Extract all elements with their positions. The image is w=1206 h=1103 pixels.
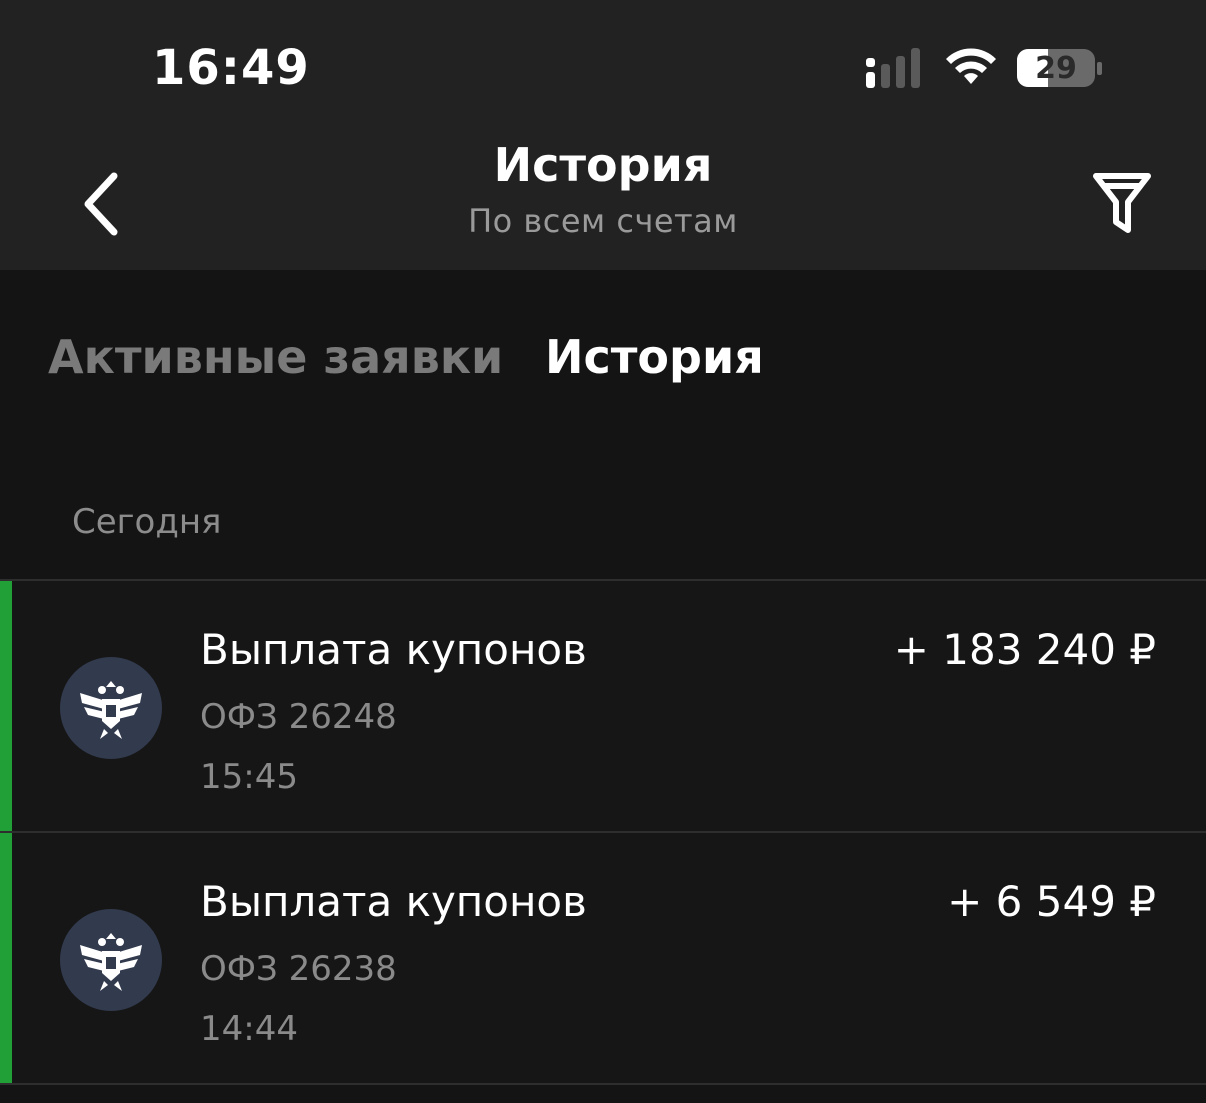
income-accent-bar — [0, 833, 12, 1083]
filter-icon[interactable] — [1088, 168, 1156, 240]
coat-of-arms-icon — [60, 909, 162, 1011]
tab-bar: Активные заявки История — [0, 330, 1206, 410]
tab-active-orders[interactable]: Активные заявки — [48, 330, 503, 384]
header-area: 16:49 29 История По всем счетам — [0, 0, 1206, 270]
coat-of-arms-icon — [60, 657, 162, 759]
transaction-time: 14:44 — [200, 1009, 298, 1049]
page-title: История — [493, 138, 713, 192]
signal-icon — [866, 48, 920, 88]
table-row[interactable]: Выплата купонов ОФЗ 26248 15:45 + 183 24… — [0, 581, 1206, 831]
section-label-today: Сегодня — [72, 502, 222, 542]
transaction-title: Выплата купонов — [200, 625, 587, 674]
transaction-time: 15:45 — [200, 757, 298, 797]
transaction-amount: + 6 549 ₽ — [947, 877, 1156, 926]
transaction-instrument: ОФЗ 26248 — [200, 697, 397, 737]
battery-level: 29 — [1035, 51, 1077, 86]
income-accent-bar — [0, 581, 12, 831]
divider — [0, 1083, 1206, 1085]
status-time: 16:49 — [152, 40, 310, 96]
transaction-instrument: ОФЗ 26238 — [200, 949, 397, 989]
transaction-amount: + 183 240 ₽ — [893, 625, 1156, 674]
status-bar: 16:49 29 — [0, 0, 1206, 130]
wifi-icon — [946, 48, 996, 84]
page-subtitle: По всем счетам — [468, 202, 738, 240]
tab-history[interactable]: История — [545, 330, 764, 384]
transaction-title: Выплата купонов — [200, 877, 587, 926]
table-row[interactable]: Выплата купонов ОФЗ 26238 14:44 + 6 549 … — [0, 833, 1206, 1083]
